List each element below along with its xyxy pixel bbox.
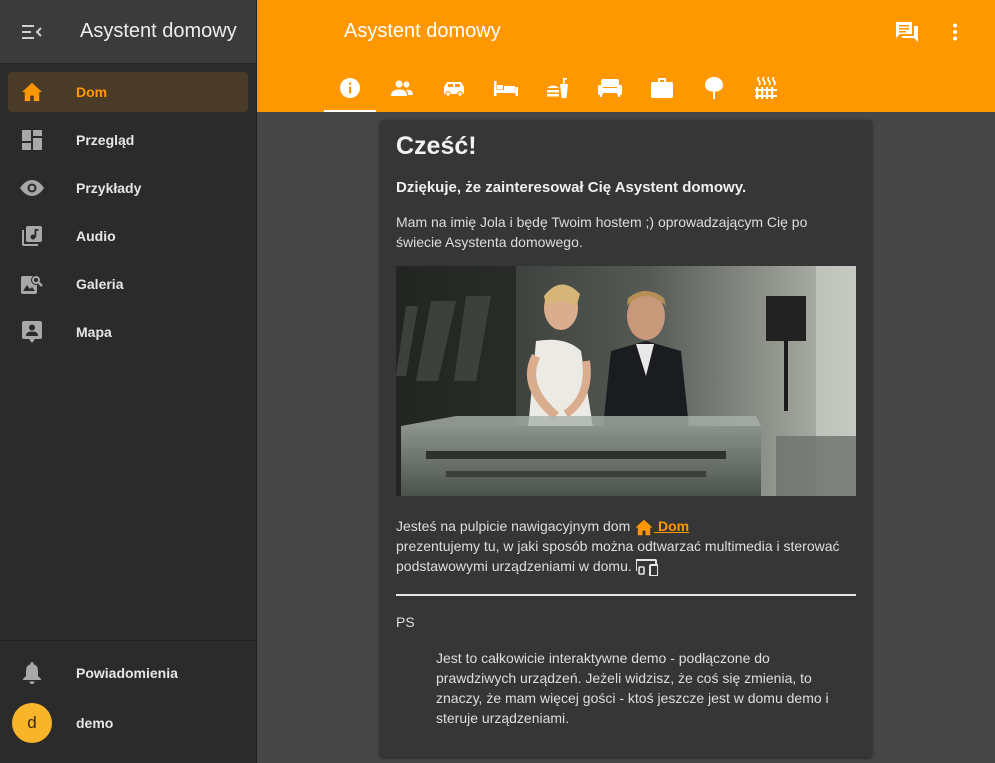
bed-icon [494, 81, 518, 96]
tree-icon [705, 77, 723, 99]
sidebar-header: Asystent domowy [0, 0, 256, 64]
tab-bed[interactable] [480, 64, 532, 112]
sidebar-nav: Dom Przegląd Przykłady Audio Galeria Map… [0, 64, 256, 352]
sidebar-item-audio[interactable]: Audio [8, 216, 248, 256]
welcome-card: Cześć! Dziękuje, że zainteresował Cię As… [380, 120, 872, 757]
sidebar-item-przeglad[interactable]: Przegląd [8, 120, 248, 160]
sidebar-item-label: Mapa [76, 324, 112, 340]
eye-icon [8, 180, 56, 196]
dashboard-icon [8, 130, 56, 150]
tab-sofa[interactable] [584, 64, 636, 112]
card-subheading: Dziękuje, że zainteresował Cię Asystent … [396, 179, 747, 196]
sidebar-item-user[interactable]: d demo [8, 703, 248, 743]
card-intro: Mam na imię Jola i będę Twoim hostem ;) … [396, 214, 808, 250]
account-box-icon [8, 321, 56, 343]
sidebar-item-label: Dom [76, 84, 108, 100]
image-search-icon [8, 274, 56, 294]
notifications-label: Powiadomienia [76, 665, 178, 681]
tab-car[interactable] [428, 64, 480, 112]
tab-briefcase[interactable] [636, 64, 688, 112]
people-icon [391, 80, 413, 96]
sidebar-bottom: Powiadomienia d demo [0, 640, 256, 763]
nav-paragraph: Jesteś na pulpicie nawigacyjnym dom Dom … [396, 516, 856, 576]
user-name: demo [76, 715, 114, 731]
tab-tree[interactable] [688, 64, 740, 112]
radiator-icon [755, 77, 777, 99]
toolbar-title: Asystent domowy [344, 20, 501, 42]
sofa-icon [598, 79, 622, 97]
sidebar-item-label: Przykłady [76, 180, 142, 196]
home-icon [8, 82, 56, 102]
more-menu-button[interactable] [941, 18, 969, 46]
tab-info[interactable] [324, 64, 376, 112]
bell-icon [8, 662, 56, 684]
sidebar-item-label: Galeria [76, 276, 124, 292]
information-icon [340, 78, 360, 98]
divider [396, 594, 856, 596]
home-icon [635, 519, 653, 536]
conversation-icon [896, 22, 918, 42]
sidebar-title: Asystent domowy [80, 20, 237, 42]
sidebar-item-mapa[interactable]: Mapa [8, 312, 248, 352]
tab-people[interactable] [376, 64, 428, 112]
car-icon [444, 82, 464, 96]
briefcase-icon [651, 78, 673, 98]
more-vertical-icon [953, 23, 957, 41]
sidebar-item-notifications[interactable]: Powiadomienia [8, 653, 248, 693]
food-drink-icon [547, 78, 568, 98]
sidebar-item-dom[interactable]: Dom [8, 72, 248, 112]
nav-text-after: prezentujemy tu, w jaki sposób można odt… [396, 538, 840, 574]
dom-link-label: Dom [654, 518, 690, 534]
library-music-icon [8, 226, 56, 246]
sidebar-item-przyklady[interactable]: Przykłady [8, 168, 248, 208]
sidebar: Asystent domowy Dom Przegląd Przykłady A… [0, 0, 257, 763]
avatar: d [12, 703, 52, 743]
tab-food-drink[interactable] [532, 64, 584, 112]
ps-label: PS [396, 614, 415, 630]
sidebar-item-label: Przegląd [76, 132, 135, 148]
dom-link[interactable]: Dom [634, 518, 690, 536]
tab-radiator[interactable] [740, 64, 792, 112]
demo-note: Jest to całkowicie interaktywne demo - p… [436, 650, 829, 726]
menu-collapse-button[interactable] [0, 0, 64, 64]
card-heading: Cześć! [396, 132, 477, 160]
sidebar-item-label: Audio [76, 228, 116, 244]
view-tabs [324, 64, 792, 112]
hero-image [396, 266, 856, 496]
devices-icon [635, 558, 658, 576]
menu-collapse-icon [22, 24, 42, 39]
nav-text-before: Jesteś na pulpicie nawigacyjnym dom [396, 518, 635, 534]
app-toolbar: Asystent domowy [257, 0, 995, 112]
sidebar-item-galeria[interactable]: Galeria [8, 264, 248, 304]
conversation-button[interactable] [893, 18, 921, 46]
